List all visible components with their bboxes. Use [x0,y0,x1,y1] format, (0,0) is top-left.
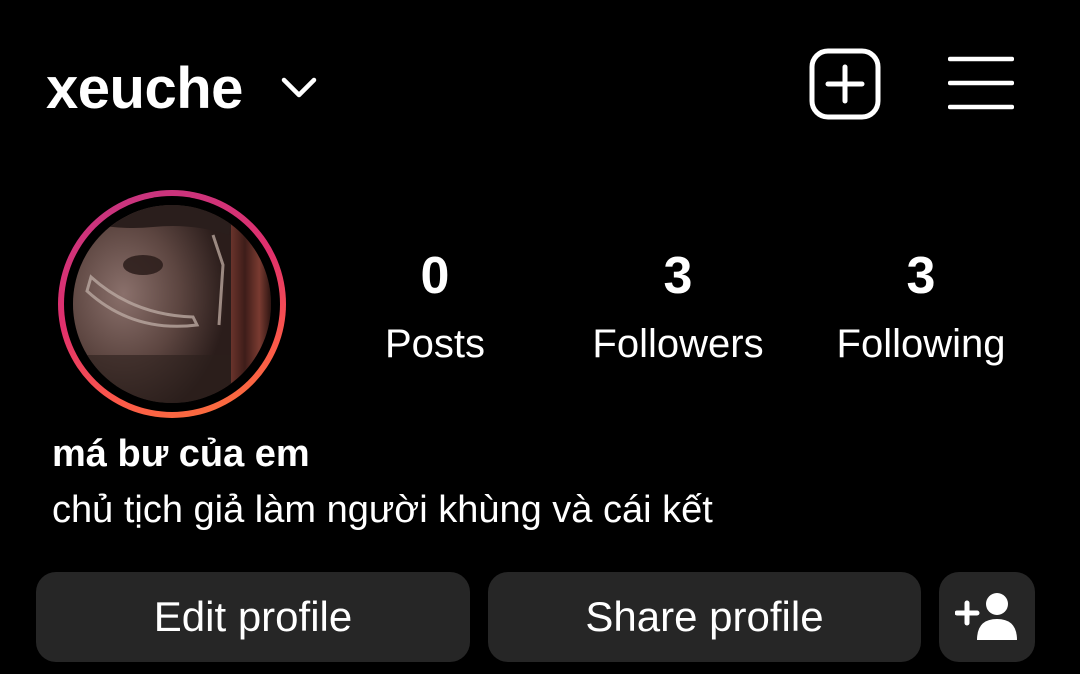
chevron-down-icon [281,77,317,98]
story-ring[interactable] [58,190,286,418]
account-switcher[interactable]: xeuche [46,48,317,128]
following-label: Following [836,322,1006,366]
username: xeuche [46,55,243,121]
following-count: 3 [906,247,936,305]
bio-text: chủ tịch giả làm người khùng và cái kết [52,489,713,531]
edit-profile-button[interactable]: Edit profile [36,572,470,662]
display-name: má bư của em [52,433,310,475]
posts-count: 0 [420,247,450,305]
stat-followers[interactable]: 3 Followers [568,246,788,368]
avatar-photo [73,205,271,403]
share-profile-button[interactable]: Share profile [488,572,921,662]
hamburger-menu-icon[interactable] [948,52,1014,114]
avatar[interactable] [73,205,271,403]
profile-header: xeuche [0,0,1080,170]
stat-posts[interactable]: 0 Posts [325,246,545,368]
plus-square-icon[interactable] [808,47,882,121]
stat-following[interactable]: 3 Following [811,246,1031,368]
posts-label: Posts [384,322,486,366]
add-person-icon [955,593,1017,640]
followers-label: Followers [592,322,764,366]
followers-count: 3 [663,247,693,305]
discover-people-button[interactable] [939,572,1035,662]
